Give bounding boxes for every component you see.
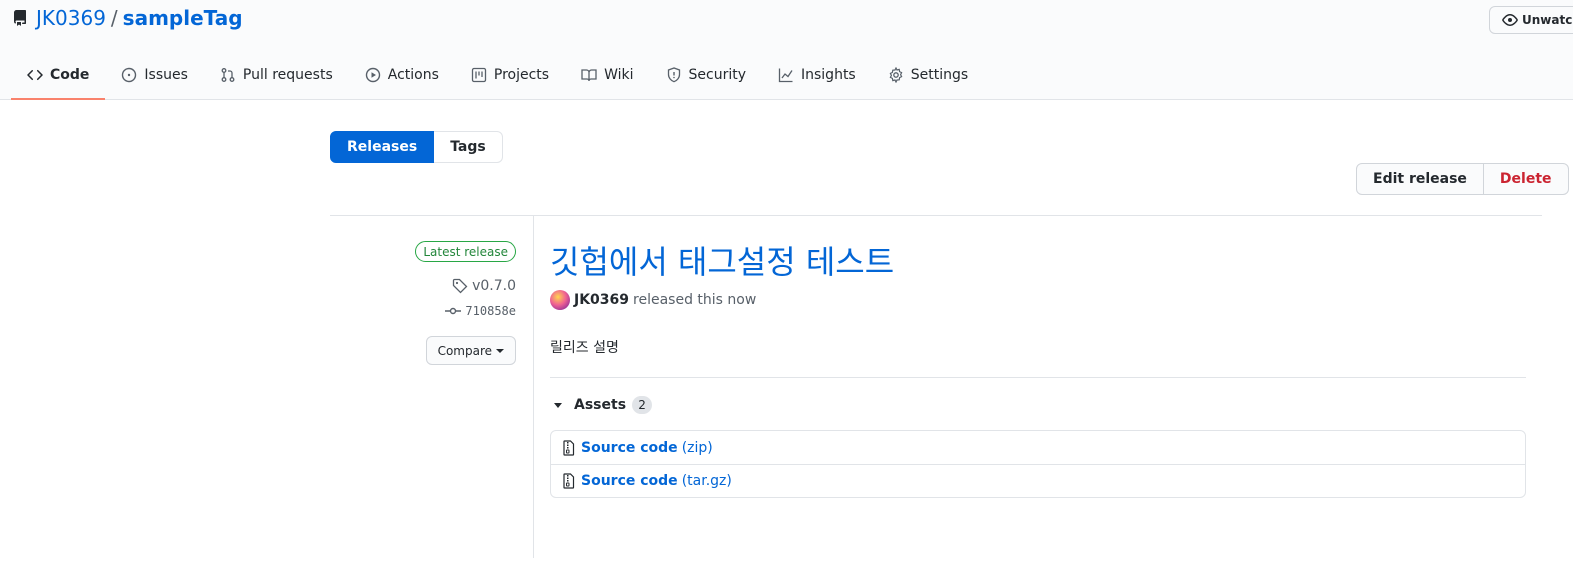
repo-nav-tabs: Code Issues Pull requests Actions Projec… <box>11 52 984 100</box>
project-icon <box>471 67 487 83</box>
eye-icon <box>1502 14 1518 26</box>
repo-separator: / <box>110 6 118 30</box>
tab-code[interactable]: Code <box>11 52 106 100</box>
repo-icon <box>12 10 28 26</box>
tab-actions[interactable]: Actions <box>349 52 455 98</box>
file-zip-icon <box>563 473 575 489</box>
tab-label: Settings <box>910 67 969 83</box>
tab-label: Actions <box>387 67 439 83</box>
commit-icon <box>445 307 462 315</box>
unwatch-label: Unwatch <box>1522 13 1573 27</box>
unwatch-button[interactable]: Unwatch <box>1489 6 1573 34</box>
tab-security[interactable]: Security <box>650 52 763 98</box>
release-description: 릴리즈 설명 <box>550 340 619 356</box>
asset-name: Source code <box>581 439 678 456</box>
tab-label: Issues <box>144 67 188 83</box>
tab-label: Insights <box>801 67 856 83</box>
latest-release-badge: Latest release <box>415 241 516 262</box>
release-body: 깃헙에서 태그설정 테스트 JK0369 released this now 릴… <box>550 240 1526 498</box>
release-commit[interactable]: 710858e <box>445 303 516 319</box>
tab-insights[interactable]: Insights <box>762 52 872 98</box>
tab-settings[interactable]: Settings <box>872 52 984 98</box>
tab-wiki[interactable]: Wiki <box>565 52 649 98</box>
releases-tab[interactable]: Releases <box>330 131 435 163</box>
tab-projects[interactable]: Projects <box>455 52 565 98</box>
tab-pull-requests[interactable]: Pull requests <box>204 52 349 98</box>
code-icon <box>27 69 43 81</box>
assets-count: 2 <box>632 396 653 414</box>
release-byline: JK0369 released this now <box>550 290 1526 310</box>
release-tag[interactable]: v0.7.0 <box>452 278 516 294</box>
caret-down-icon <box>496 348 504 353</box>
released-text: released this now <box>633 292 757 308</box>
triangle-down-icon <box>554 402 562 408</box>
release-title[interactable]: 깃헙에서 태그설정 테스트 <box>550 240 1526 284</box>
release-divider <box>330 215 1542 216</box>
repo-header: JK0369 / sampleTag Unwatch Code Issues P… <box>0 0 1573 100</box>
repo-name-link[interactable]: sampleTag <box>123 6 243 30</box>
tab-label: Code <box>50 67 90 83</box>
repo-title: JK0369 / sampleTag <box>12 6 243 30</box>
assets-divider <box>550 377 1526 378</box>
asset-name: Source code <box>581 473 678 489</box>
tab-label: Wiki <box>604 67 634 83</box>
graph-icon <box>778 68 793 83</box>
issue-icon <box>122 67 137 83</box>
file-zip-icon <box>563 439 575 456</box>
asset-ext: (zip) <box>681 439 713 456</box>
asset-row[interactable]: Source code (tar.gz) <box>551 464 1525 497</box>
release-timeline-line <box>533 215 534 558</box>
release-actions: Edit release Delete <box>1356 163 1569 195</box>
assets-label: Assets <box>574 397 627 413</box>
tab-issues[interactable]: Issues <box>105 52 204 98</box>
pull-request-icon <box>221 68 235 82</box>
release-author[interactable]: JK0369 <box>574 292 629 308</box>
asset-list: Source code (zip) Source code (tar.gz) <box>550 430 1526 498</box>
play-icon <box>365 67 380 83</box>
compare-button[interactable]: Compare <box>425 336 516 365</box>
repo-owner-link[interactable]: JK0369 <box>36 6 106 30</box>
avatar[interactable] <box>550 290 570 310</box>
tags-tab[interactable]: Tags <box>434 131 503 163</box>
shield-icon <box>667 67 680 83</box>
delete-release-button[interactable]: Delete <box>1483 163 1569 195</box>
asset-row[interactable]: Source code (zip) <box>551 431 1525 464</box>
compare-label: Compare <box>437 343 492 358</box>
assets-toggle[interactable]: Assets 2 <box>550 396 1526 414</box>
edit-release-button[interactable]: Edit release <box>1356 163 1484 195</box>
tab-label: Pull requests <box>242 67 333 83</box>
tab-label: Security <box>688 67 747 83</box>
release-meta: Latest release v0.7.0 710858e Compare <box>330 241 516 365</box>
gear-icon <box>889 67 903 83</box>
tag-name: v0.7.0 <box>472 278 516 294</box>
commit-sha: 710858e <box>465 304 516 318</box>
book-icon <box>581 69 597 82</box>
tab-label: Projects <box>493 67 550 83</box>
tag-icon <box>452 278 468 294</box>
asset-ext: (tar.gz) <box>681 473 732 489</box>
releases-tags-subnav: Releases Tags <box>330 131 503 163</box>
